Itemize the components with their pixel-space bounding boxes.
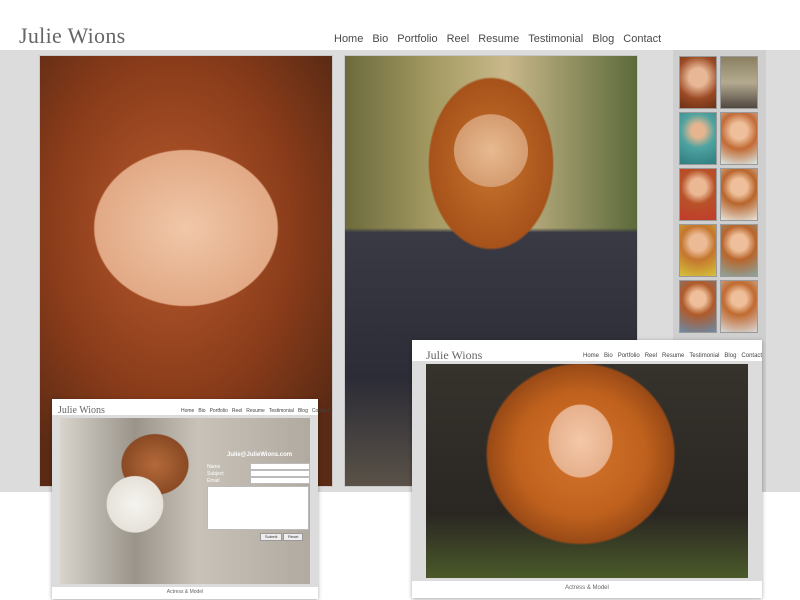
mini-nav-reel[interactable]: Reel bbox=[232, 408, 242, 414]
thumbnail[interactable] bbox=[680, 113, 716, 164]
thumbnail[interactable] bbox=[721, 113, 757, 164]
nav-reel[interactable]: Reel bbox=[447, 33, 470, 45]
name-label: Name bbox=[207, 463, 221, 470]
mini-nav-home[interactable]: Home bbox=[181, 408, 194, 414]
subject-row: Subject bbox=[207, 470, 310, 477]
email-field[interactable] bbox=[250, 477, 310, 484]
thumbnail[interactable] bbox=[721, 57, 757, 108]
mini-nav-bio[interactable]: Bio bbox=[198, 408, 205, 414]
nav-contact[interactable]: Contact bbox=[623, 33, 661, 45]
mini-nav: Home Bio Portfolio Reel Resume Testimoni… bbox=[583, 353, 762, 359]
mini-nav: Home Bio Portfolio Reel Resume Testimoni… bbox=[181, 408, 329, 414]
mini-nav-contact[interactable]: Contact bbox=[312, 408, 329, 414]
reset-button[interactable]: Reset bbox=[283, 533, 304, 541]
main-nav: Home Bio Portfolio Reel Resume Testimoni… bbox=[334, 33, 661, 45]
thumbnail[interactable] bbox=[721, 169, 757, 220]
home-photo bbox=[426, 364, 748, 578]
mini-nav-portfolio[interactable]: Portfolio bbox=[210, 408, 228, 414]
mini-nav-bio[interactable]: Bio bbox=[604, 353, 613, 359]
name-field[interactable] bbox=[250, 463, 310, 470]
mini-nav-reel[interactable]: Reel bbox=[645, 353, 657, 359]
contact-email[interactable]: Julie@JulieWions.com bbox=[227, 452, 292, 458]
nav-resume[interactable]: Resume bbox=[478, 33, 519, 45]
mini-nav-blog[interactable]: Blog bbox=[298, 408, 308, 414]
submit-button[interactable]: Submit bbox=[260, 533, 283, 541]
mini-nav-testimonial[interactable]: Testimonial bbox=[269, 408, 294, 414]
nav-portfolio[interactable]: Portfolio bbox=[397, 33, 437, 45]
mini-nav-resume[interactable]: Resume bbox=[246, 408, 265, 414]
mini-nav-contact[interactable]: Contact bbox=[741, 353, 762, 359]
thumbnail[interactable] bbox=[721, 225, 757, 276]
email-label: Email bbox=[207, 477, 220, 484]
mini-nav-resume[interactable]: Resume bbox=[662, 353, 684, 359]
message-field[interactable] bbox=[207, 486, 309, 530]
mini-footer-tagline: Actress & Model bbox=[565, 585, 609, 591]
screenshot-contact-page: Julie Wions Home Bio Portfolio Reel Resu… bbox=[52, 399, 329, 599]
nav-bio[interactable]: Bio bbox=[372, 33, 388, 45]
email-row: Email bbox=[207, 477, 310, 484]
thumbnail[interactable] bbox=[680, 281, 716, 332]
thumbnail-grid bbox=[680, 57, 757, 332]
mini-nav-blog[interactable]: Blog bbox=[724, 353, 736, 359]
nav-home[interactable]: Home bbox=[334, 33, 363, 45]
subject-label: Subject bbox=[207, 470, 224, 477]
mini-nav-portfolio[interactable]: Portfolio bbox=[618, 353, 640, 359]
thumbnail[interactable] bbox=[721, 281, 757, 332]
mini-nav-home[interactable]: Home bbox=[583, 353, 599, 359]
thumbnail[interactable] bbox=[680, 169, 716, 220]
subject-field[interactable] bbox=[250, 470, 310, 477]
thumbnail[interactable] bbox=[680, 225, 716, 276]
site-header: Julie Wions Home Bio Portfolio Reel Resu… bbox=[0, 0, 800, 50]
name-row: Name bbox=[207, 463, 310, 470]
screenshot-home-page: Julie Wions Home Bio Portfolio Reel Resu… bbox=[412, 340, 762, 598]
site-logo[interactable]: Julie Wions bbox=[19, 23, 126, 49]
nav-testimonial[interactable]: Testimonial bbox=[528, 33, 583, 45]
mini-nav-testimonial[interactable]: Testimonial bbox=[689, 353, 719, 359]
mini-footer-tagline: Actress & Model bbox=[166, 589, 204, 595]
thumbnail[interactable] bbox=[680, 57, 716, 108]
nav-blog[interactable]: Blog bbox=[592, 33, 614, 45]
